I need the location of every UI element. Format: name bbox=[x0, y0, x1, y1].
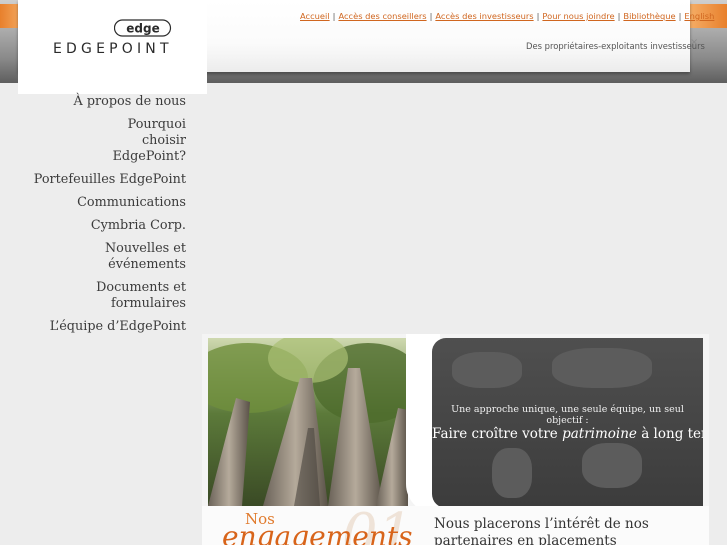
sidebar-item-cymbria[interactable]: Cymbria Corp. bbox=[18, 218, 207, 234]
nav-link-bibliotheque[interactable]: Bibliothèque bbox=[623, 11, 675, 21]
feature-banner: Une approche unique, une seule équipe, u… bbox=[202, 334, 709, 545]
nav-link-pour-nous-joindre[interactable]: Pour nous joindre bbox=[542, 11, 614, 21]
tagline: Des propriétaires-exploitants investisse… bbox=[526, 41, 705, 51]
banner-title-prefix: Faire croître votre bbox=[432, 426, 563, 442]
sidebar-item-pourquoi-choisir[interactable]: Pourquoi choisir EdgePoint? bbox=[18, 117, 207, 165]
sidebar-item-equipe[interactable]: L’équipe d’EdgePoint bbox=[18, 319, 207, 335]
edge-logo-icon: edge bbox=[114, 19, 172, 37]
map-continent bbox=[492, 448, 532, 498]
logo-wordmark: EDGEPOINT bbox=[53, 41, 173, 57]
nav-link-accueil[interactable]: Accueil bbox=[300, 11, 330, 21]
sidebar-item-a-propos[interactable]: À propos de nous bbox=[18, 94, 207, 110]
nav-link-english[interactable]: English bbox=[684, 11, 714, 21]
commitments-heading-large: engagements bbox=[222, 520, 413, 545]
sidebar-item-communications[interactable]: Communications bbox=[18, 195, 207, 211]
sidebar-nav: À propos de nous Pourquoi choisir EdgePo… bbox=[18, 94, 207, 342]
banner-title: Faire croître votre patrimoine à long te… bbox=[432, 426, 703, 442]
map-continent bbox=[582, 443, 642, 488]
logo-mark-text: edge bbox=[126, 22, 159, 36]
nav-link-acces-conseillers[interactable]: Accès des conseillers bbox=[338, 11, 426, 21]
top-navigation: Accueil | Accès des conseillers | Accès des … bbox=[300, 11, 714, 21]
commitment-text: Nous placerons l’intérêt de nos partenai… bbox=[434, 516, 649, 545]
banner-title-emphasis: patrimoine bbox=[562, 426, 637, 442]
nav-link-acces-investisseurs[interactable]: Accès des investisseurs bbox=[435, 11, 533, 21]
map-continent bbox=[452, 352, 522, 388]
banner-subtitle: Une approche unique, une seule équipe, u… bbox=[451, 404, 684, 426]
sidebar-item-portefeuilles[interactable]: Portefeuilles EdgePoint bbox=[18, 172, 207, 188]
sidebar-item-documents[interactable]: Documents et formulaires bbox=[18, 280, 207, 312]
map-continent bbox=[552, 348, 652, 388]
world-map-panel: Une approche unique, une seule équipe, u… bbox=[432, 338, 703, 508]
sidebar-item-nouvelles[interactable]: Nouvelles et événements bbox=[18, 241, 207, 273]
close-icon[interactable]: × bbox=[690, 37, 698, 48]
logo[interactable]: edge EDGEPOINT bbox=[18, 0, 207, 94]
forest-image bbox=[208, 338, 408, 506]
banner-title-suffix: à long terme bbox=[641, 426, 703, 442]
